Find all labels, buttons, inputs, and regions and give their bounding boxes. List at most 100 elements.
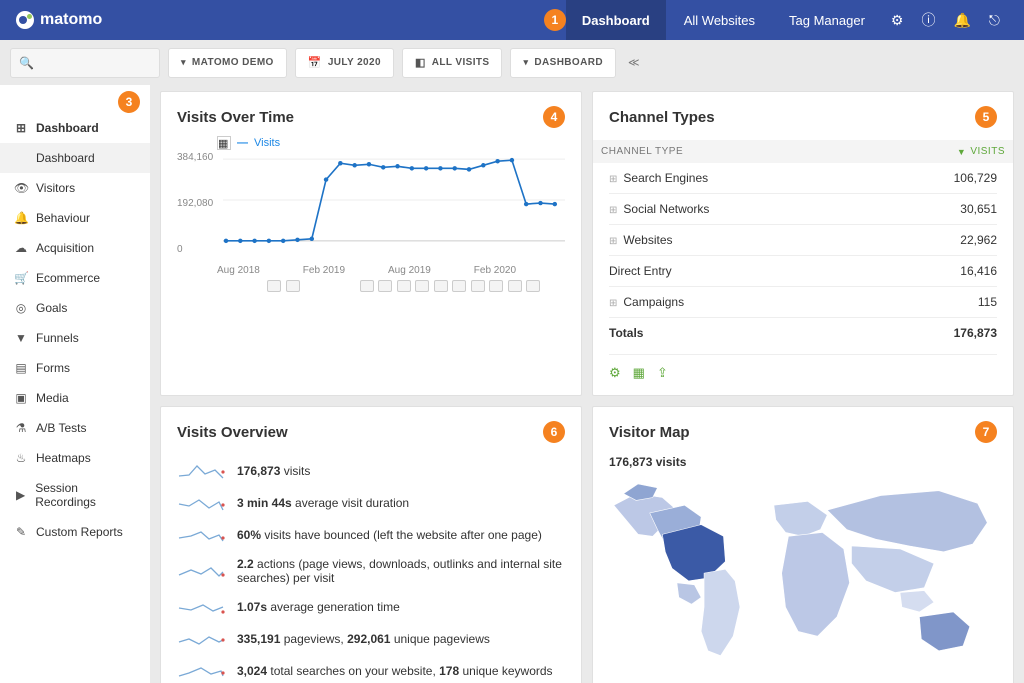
sidebar-item-forms[interactable]: ▤Forms [0, 353, 150, 383]
sidebar-icon: ▣ [14, 391, 28, 405]
sidebar-item-label: Media [36, 391, 69, 405]
sidebar-icon: 🛒 [14, 271, 28, 285]
sidebar-item-label: Acquisition [36, 241, 94, 255]
visits-chart[interactable]: ▦ — Visits 384,160 192,080 0 [177, 140, 565, 300]
annotation-badge-3: 3 [118, 91, 140, 113]
sidebar-item-behaviour[interactable]: 🔔Behaviour [0, 203, 150, 233]
annotation-marker[interactable] [415, 280, 429, 292]
overview-row: 176,873 visits [177, 455, 565, 487]
expand-icon[interactable]: ⊞ [609, 205, 617, 216]
sparkline [177, 661, 225, 681]
annotation-marker[interactable] [397, 280, 411, 292]
channel-value: 106,729 [954, 171, 997, 185]
annotation-marker[interactable] [489, 280, 503, 292]
sidebar-item-acquisition[interactable]: ☁Acquisition [0, 233, 150, 263]
legend-toggle-icon[interactable]: ▦ [217, 136, 231, 150]
sparkline [177, 493, 225, 513]
segment-selector[interactable]: ◧ ALL VISITS [402, 48, 503, 78]
filter-icon[interactable]: ▼ [957, 147, 966, 157]
export-icon[interactable]: ⇪ [657, 365, 668, 381]
widget-visits-over-time: Visits Over Time 4 ▦ — Visits 384,160 19… [160, 91, 582, 396]
sidebar-item-label: Session Recordings [35, 481, 136, 509]
logout-icon[interactable]: ⎋ [981, 12, 1008, 29]
controlbar: 🔍 2 ▾ MATOMO DEMO 📅 JULY 2020 ◧ ALL VISI… [0, 40, 1024, 85]
sidebar-item-session-recordings[interactable]: ▶Session Recordings [0, 473, 150, 517]
dashboard-selector[interactable]: ▾ DASHBOARD [510, 48, 616, 78]
sidebar-item-label: Behaviour [36, 211, 90, 225]
overview-text: 1.07s average generation time [237, 600, 400, 614]
annotation-marker[interactable] [360, 280, 374, 292]
sidebar-item-ecommerce[interactable]: 🛒Ecommerce [0, 263, 150, 293]
overview-text: 60% visits have bounced (left the websit… [237, 528, 542, 542]
sidebar-item-heatmaps[interactable]: ♨Heatmaps [0, 443, 150, 473]
overview-row: 60% visits have bounced (left the websit… [177, 519, 565, 551]
channel-row[interactable]: ⊞Social Networks30,651 [609, 194, 997, 225]
channel-row[interactable]: ⊞Websites22,962 [609, 225, 997, 256]
info-icon[interactable]: ⓘ [913, 10, 943, 30]
expand-up-icon[interactable]: ≪ [624, 56, 640, 69]
expand-icon[interactable]: ⊞ [609, 236, 617, 247]
expand-icon[interactable]: ⊞ [609, 298, 617, 309]
totals-label: Totals [609, 326, 643, 340]
overview-row: 1.07s average generation time [177, 591, 565, 623]
nav-tag-manager[interactable]: Tag Manager [773, 0, 881, 40]
annotation-marker[interactable] [526, 280, 540, 292]
sidebar-icon: ✎ [14, 525, 28, 539]
legend-label: Visits [254, 137, 280, 149]
y-tick: 384,160 [177, 152, 213, 163]
overview-text: 3 min 44s average visit duration [237, 496, 409, 510]
annotation-marker[interactable] [508, 280, 522, 292]
overview-text: 335,191 pageviews, 292,061 unique pagevi… [237, 632, 490, 646]
overview-text: 3,024 total searches on your website, 17… [237, 664, 553, 678]
y-tick: 0 [177, 244, 183, 255]
world-map[interactable] [609, 473, 997, 683]
x-tick: Feb 2020 [474, 265, 516, 276]
brand-logo[interactable]: matomo [16, 11, 102, 29]
channel-row[interactable]: ⊞Search Engines106,729 [609, 163, 997, 194]
annotation-marker[interactable] [286, 280, 300, 292]
expand-icon[interactable]: ⊞ [609, 174, 617, 185]
top-nav: Dashboard All Websites Tag Manager ⚙ ⓘ 🔔… [566, 0, 1008, 40]
sidebar-item-custom-reports[interactable]: ✎Custom Reports [0, 517, 150, 547]
gear-icon[interactable]: ⚙ [883, 12, 912, 29]
nav-all-websites[interactable]: All Websites [668, 0, 771, 40]
annotation-marker[interactable] [378, 280, 392, 292]
annotation-marker[interactable] [471, 280, 485, 292]
sidebar-item-a-b-tests[interactable]: ⚗A/B Tests [0, 413, 150, 443]
sparkline [177, 525, 225, 545]
annotation-badge-5: 5 [975, 106, 997, 128]
annotation-marker[interactable] [267, 280, 281, 292]
site-selector[interactable]: ▾ MATOMO DEMO [168, 48, 287, 78]
segment-selector-label: ALL VISITS [432, 57, 490, 68]
search-icon: 🔍 [19, 56, 34, 70]
widget-title: Visits Over Time [177, 109, 294, 126]
channel-row[interactable]: ⊞Campaigns115 [609, 287, 997, 318]
sidebar-item-funnels[interactable]: ▼Funnels [0, 323, 150, 353]
widget-visits-overview: Visits Overview 6 176,873 visits3 min 44… [160, 406, 582, 683]
sparkline [177, 597, 225, 617]
search-box[interactable]: 🔍 2 [10, 48, 160, 78]
widget-title: Visits Overview [177, 424, 288, 441]
sidebar-item-goals[interactable]: ◎Goals [0, 293, 150, 323]
sidebar-subitem-dashboard[interactable]: Dashboard [0, 143, 150, 173]
bell-icon[interactable]: 🔔 [945, 12, 978, 29]
channel-row[interactable]: Direct Entry16,416 [609, 256, 997, 287]
table-icon[interactable]: ▦ [633, 365, 645, 381]
widget-footer: ⚙ ▦ ⇪ [609, 354, 997, 381]
annotation-marker[interactable] [452, 280, 466, 292]
overview-text: 176,873 visits [237, 464, 310, 478]
sidebar-item-media[interactable]: ▣ Media [0, 383, 150, 413]
annotation-marker[interactable] [434, 280, 448, 292]
col-channel-type: CHANNEL TYPE [601, 146, 683, 157]
legend-line-icon: — [237, 137, 248, 149]
overview-row: 2.2 actions (page views, downloads, outl… [177, 551, 565, 591]
sidebar-item-visitors[interactable]: 👁Visitors [0, 173, 150, 203]
channel-label: Campaigns [623, 295, 684, 309]
nav-dashboard[interactable]: Dashboard [566, 0, 666, 40]
channel-value: 22,962 [960, 233, 997, 247]
sidebar-item-dashboard[interactable]: ⊞Dashboard [0, 113, 150, 143]
settings-icon[interactable]: ⚙ [609, 365, 621, 381]
date-selector[interactable]: 📅 JULY 2020 [295, 48, 394, 78]
totals-row: Totals 176,873 [609, 318, 997, 348]
y-tick: 192,080 [177, 198, 213, 209]
